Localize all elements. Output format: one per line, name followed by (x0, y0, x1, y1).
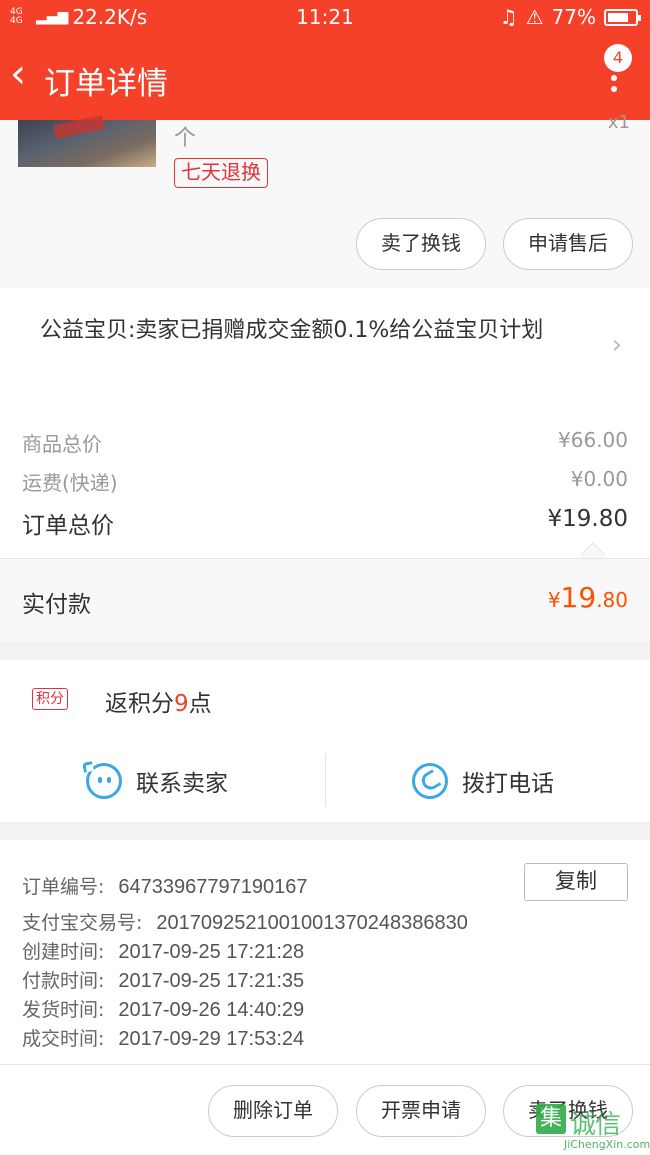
call-phone-label: 拨打电话 (462, 771, 554, 797)
after-sale-button[interactable]: 申请售后 (503, 218, 633, 270)
sell-for-cash-button[interactable]: 卖了换钱 (356, 218, 486, 270)
call-phone-button[interactable]: 拨打电话 (412, 740, 554, 822)
paid-time-row: 付款时间: 2017-09-25 17:21:35 (22, 970, 305, 992)
contact-seller-label: 联系卖家 (136, 771, 228, 797)
actual-paid-label: 实付款 (22, 592, 91, 618)
completed-time-row: 成交时间: 2017-09-29 17:53:24 (22, 1028, 305, 1050)
order-number-row: 订单编号: 64733967797190167 (22, 876, 308, 898)
alipay-number: 2017092521001001370248386830 (156, 912, 468, 934)
points-row: 积分 返积分9点 (0, 660, 650, 740)
points-badge: 积分 (32, 688, 68, 710)
nav-bar: ‹ 订单详情 4 (0, 34, 650, 120)
page-title: 订单详情 (44, 66, 168, 102)
delete-order-button[interactable]: 删除订单 (208, 1085, 338, 1137)
goods-total-value: ¥66.00 (558, 428, 628, 452)
goods-total-row: 商品总价 ¥66.00 (22, 428, 628, 457)
battery-percent: 77% (551, 5, 596, 29)
actual-paid-row: 实付款 ¥19.80 (0, 558, 650, 642)
divider (325, 754, 326, 806)
product-image[interactable] (18, 120, 156, 167)
chevron-right-icon: › (611, 330, 622, 360)
back-icon[interactable]: ‹ (10, 54, 26, 94)
shipping-value: ¥0.00 (570, 467, 628, 491)
order-total-label: 订单总价 (22, 513, 114, 539)
shipped-time-row: 发货时间: 2017-09-26 14:40:29 (22, 999, 305, 1021)
chat-smile-icon (82, 761, 122, 799)
watermark-logo: 集 诚信 JiChengXin.com (536, 1104, 650, 1155)
order-info: 订单编号: 64733967797190167 复制 支付宝交易号: 2017092… (0, 840, 650, 1064)
order-total-value: ¥19.80 (547, 506, 628, 532)
order-number: 64733967797190167 (118, 876, 308, 898)
order-total-row: 订单总价 ¥19.80 (22, 506, 628, 540)
invoice-request-button[interactable]: 开票申请 (356, 1085, 486, 1137)
alipay-number-row: 支付宝交易号: 2017092521001001370248386830 (22, 912, 468, 934)
mute-icon: ⚠ (525, 5, 544, 29)
charity-text: 公益宝贝:卖家已捐赠成交金额0.1%给公益宝贝计划 (40, 318, 544, 343)
charity-row[interactable]: 公益宝贝:卖家已捐赠成交金额0.1%给公益宝贝计划 › (0, 288, 650, 400)
product-quantity: x1 (607, 112, 630, 133)
goods-total-label: 商品总价 (22, 432, 102, 456)
price-summary: 商品总价 ¥66.00 运费(快递) ¥0.00 订单总价 ¥19.80 (0, 400, 650, 568)
copy-button[interactable]: 复制 (524, 863, 628, 901)
shipping-row: 运费(快递) ¥0.00 (22, 467, 628, 496)
headphone-icon: ♫ (499, 5, 518, 29)
points-text: 返积分9点 (105, 691, 212, 717)
product-unit: 个 (174, 126, 197, 151)
battery-icon (604, 8, 641, 26)
contact-bar: 联系卖家 拨打电话 (0, 740, 650, 822)
created-time-row: 创建时间: 2017-09-25 17:21:28 (22, 941, 305, 963)
product-section: 个 x1 七天退换 卖了换钱 申请售后 (0, 112, 650, 288)
contact-seller-button[interactable]: 联系卖家 (82, 740, 228, 822)
seven-day-return-tag: 七天退换 (174, 158, 268, 188)
status-bar: 4G 4G ▂▄▆ 22.2K/s 11:21 ♫ ⚠ 77% (0, 0, 650, 34)
actual-paid-value: ¥19.80 (547, 581, 628, 614)
message-badge: 4 (604, 44, 632, 72)
phone-icon (412, 763, 448, 799)
shipping-label: 运费(快递) (22, 471, 118, 495)
